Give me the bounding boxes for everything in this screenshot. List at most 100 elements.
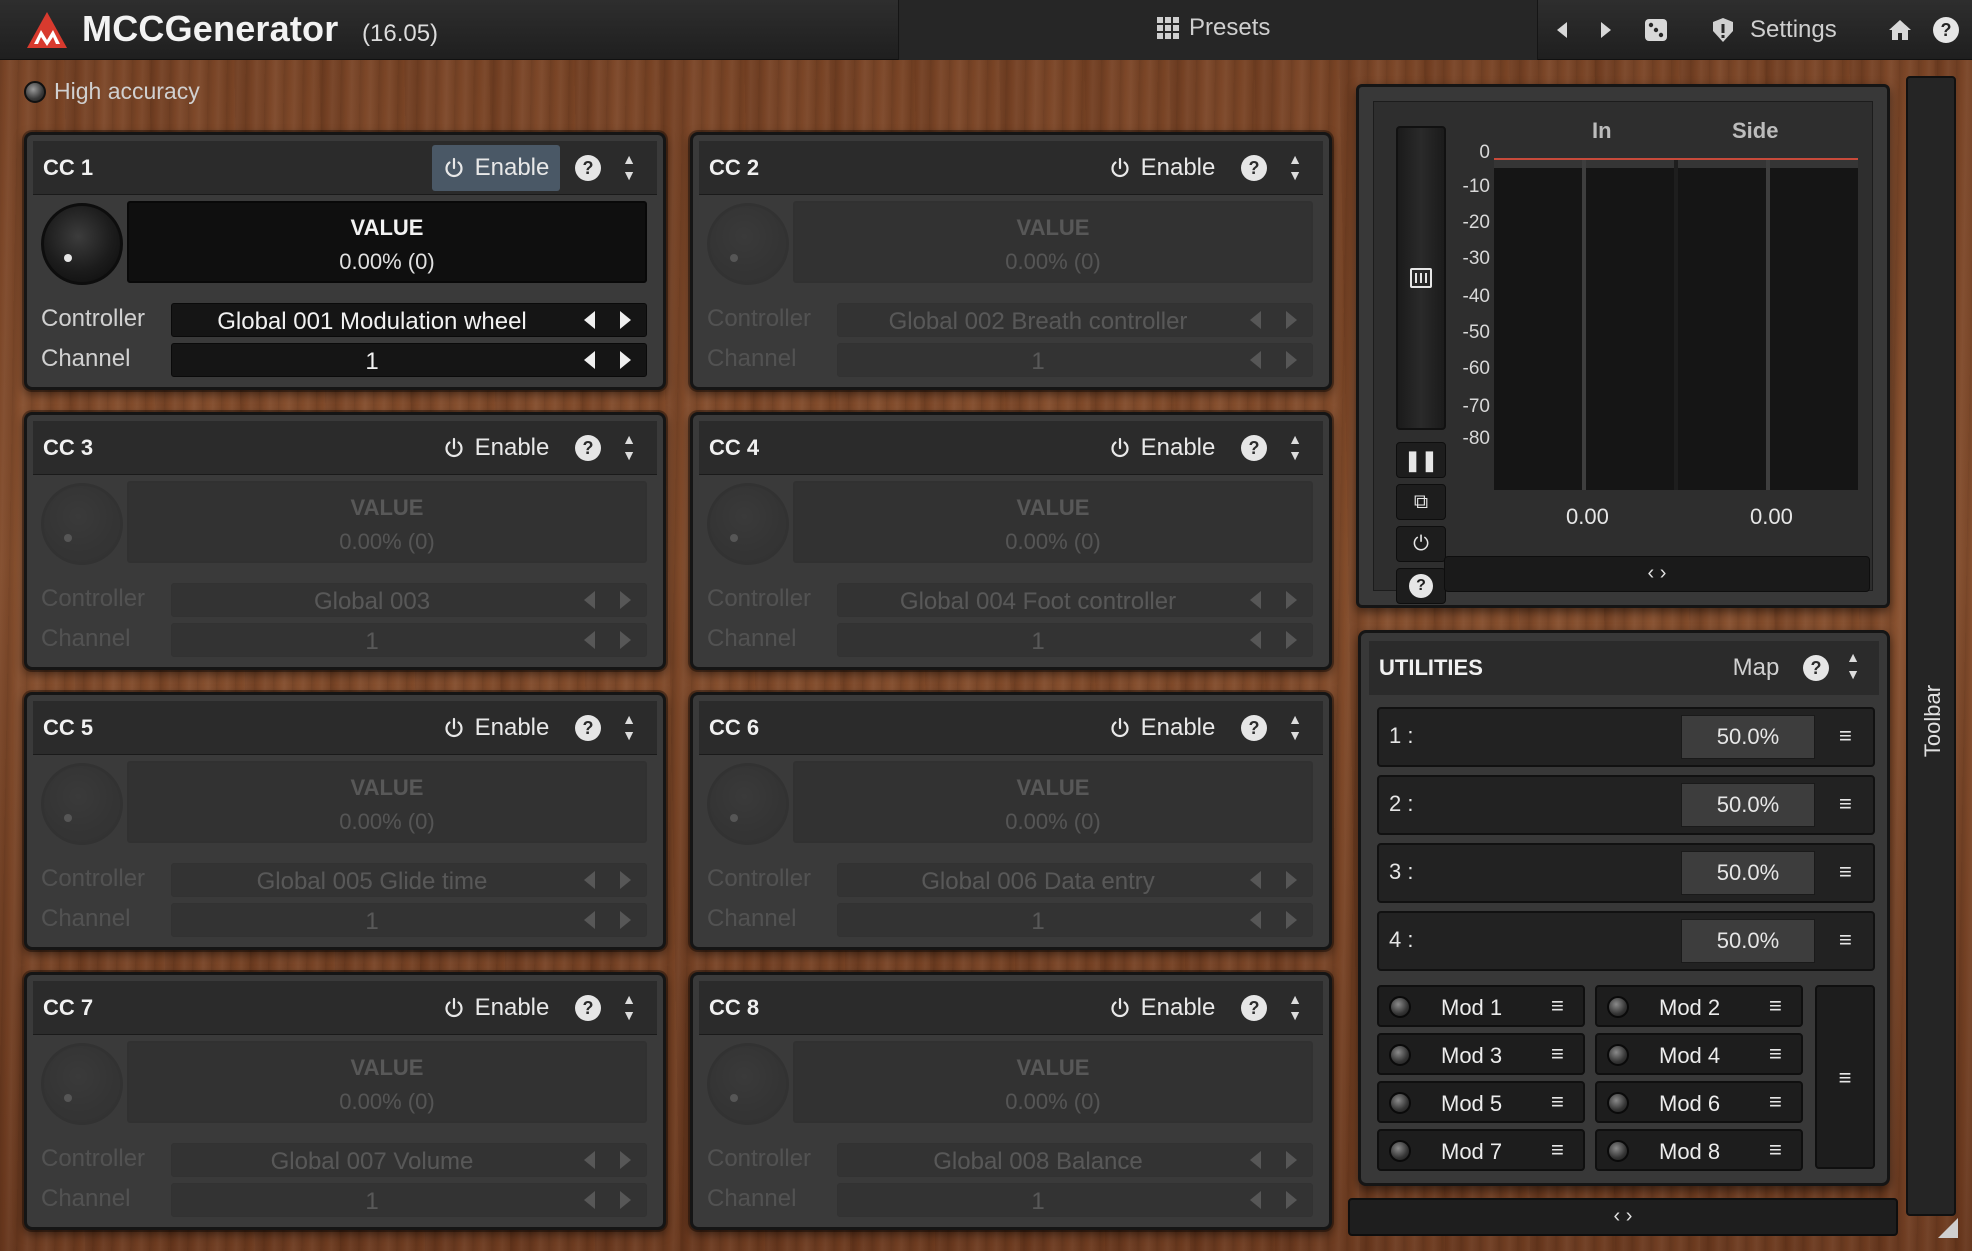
channel-selector[interactable]: 1 bbox=[171, 903, 647, 937]
expand-collapse-icon[interactable]: ▲ ▼ bbox=[617, 991, 641, 1025]
arrow-right-icon[interactable] bbox=[1286, 1191, 1297, 1209]
arrow-right-icon[interactable] bbox=[620, 631, 631, 649]
controller-selector[interactable]: Global 005 Glide time bbox=[171, 863, 647, 897]
utility-slider[interactable]: 4 : 50.0% ≡ bbox=[1377, 911, 1875, 971]
utility-slider[interactable]: 3 : 50.0% ≡ bbox=[1377, 843, 1875, 903]
mod-button[interactable]: Mod 2 ≡ bbox=[1595, 985, 1803, 1027]
value-knob[interactable] bbox=[41, 203, 123, 285]
arrow-left-icon[interactable] bbox=[584, 311, 595, 329]
meter-vertical-slider[interactable] bbox=[1396, 126, 1446, 430]
arrow-right-icon[interactable] bbox=[620, 1151, 631, 1169]
presets-button[interactable]: Presets bbox=[1157, 14, 1270, 42]
arrow-right-icon[interactable] bbox=[620, 311, 631, 329]
utility-slider[interactable]: 1 : 50.0% ≡ bbox=[1377, 707, 1875, 767]
value-knob[interactable] bbox=[41, 1043, 123, 1125]
controller-selector[interactable]: Global 002 Breath controller bbox=[837, 303, 1313, 337]
toolbar-sidebar[interactable]: Toolbar bbox=[1906, 76, 1956, 1216]
arrow-left-icon[interactable] bbox=[584, 871, 595, 889]
expand-collapse-icon[interactable]: ▲ ▼ bbox=[617, 711, 641, 745]
meter-help-button[interactable]: ? bbox=[1396, 568, 1446, 604]
utility-slider-value[interactable]: 50.0% bbox=[1681, 783, 1815, 827]
enable-button[interactable]: Enable bbox=[432, 425, 560, 471]
arrow-left-icon[interactable] bbox=[1250, 1191, 1261, 1209]
cc-help-icon[interactable]: ? bbox=[1241, 155, 1267, 181]
value-knob[interactable] bbox=[707, 1043, 789, 1125]
arrow-right-icon[interactable] bbox=[1286, 631, 1297, 649]
value-display[interactable]: VALUE 0.00% (0) bbox=[127, 761, 647, 843]
arrow-left-icon[interactable] bbox=[1250, 871, 1261, 889]
arrow-right-icon[interactable] bbox=[1286, 911, 1297, 929]
value-display[interactable]: VALUE 0.00% (0) bbox=[127, 481, 647, 563]
value-display[interactable]: VALUE 0.00% (0) bbox=[127, 1041, 647, 1123]
channel-selector[interactable]: 1 bbox=[171, 343, 647, 377]
arrow-right-icon[interactable] bbox=[1286, 311, 1297, 329]
meter-view-button[interactable]: ⧉ bbox=[1396, 484, 1446, 520]
channel-selector[interactable]: 1 bbox=[837, 623, 1313, 657]
arrow-left-icon[interactable] bbox=[1250, 631, 1261, 649]
arrow-left-icon[interactable] bbox=[584, 591, 595, 609]
arrow-left-icon[interactable] bbox=[584, 1191, 595, 1209]
expand-collapse-icon[interactable]: ▲ ▼ bbox=[1283, 431, 1307, 465]
cc-help-icon[interactable]: ? bbox=[1241, 995, 1267, 1021]
menu-icon[interactable]: ≡ bbox=[1551, 993, 1564, 1019]
channel-selector[interactable]: 1 bbox=[837, 1183, 1313, 1217]
arrow-left-icon[interactable] bbox=[1250, 351, 1261, 369]
arrow-right-icon[interactable] bbox=[1286, 351, 1297, 369]
value-knob[interactable] bbox=[707, 483, 789, 565]
menu-icon[interactable]: ≡ bbox=[1769, 993, 1782, 1019]
mod-button[interactable]: Mod 7 ≡ bbox=[1377, 1129, 1585, 1171]
arrow-right-icon[interactable] bbox=[620, 1191, 631, 1209]
arrow-right-icon[interactable] bbox=[1286, 591, 1297, 609]
menu-icon[interactable]: ≡ bbox=[1839, 927, 1852, 953]
enable-button[interactable]: Enable bbox=[1098, 705, 1226, 751]
mod-button[interactable]: Mod 3 ≡ bbox=[1377, 1033, 1585, 1075]
menu-icon[interactable]: ≡ bbox=[1769, 1137, 1782, 1163]
meter-power-button[interactable]: ⏻ bbox=[1396, 526, 1446, 562]
channel-selector[interactable]: 1 bbox=[171, 1183, 647, 1217]
menu-icon[interactable]: ≡ bbox=[1551, 1137, 1564, 1163]
enable-button[interactable]: Enable bbox=[432, 145, 560, 191]
cc-help-icon[interactable]: ? bbox=[575, 995, 601, 1021]
utility-slider[interactable]: 2 : 50.0% ≡ bbox=[1377, 775, 1875, 835]
utility-slider-value[interactable]: 50.0% bbox=[1681, 919, 1815, 963]
enable-button[interactable]: Enable bbox=[1098, 425, 1226, 471]
random-preset-button[interactable] bbox=[1636, 10, 1676, 50]
expand-collapse-icon[interactable]: ▲ ▼ bbox=[617, 431, 641, 465]
value-knob[interactable] bbox=[707, 203, 789, 285]
enable-button[interactable]: Enable bbox=[432, 985, 560, 1031]
arrow-left-icon[interactable] bbox=[584, 911, 595, 929]
channel-selector[interactable]: 1 bbox=[171, 623, 647, 657]
menu-icon[interactable]: ≡ bbox=[1769, 1041, 1782, 1067]
mod-button[interactable]: Mod 4 ≡ bbox=[1595, 1033, 1803, 1075]
menu-icon[interactable]: ≡ bbox=[1551, 1041, 1564, 1067]
resize-handle-icon[interactable] bbox=[1938, 1218, 1958, 1238]
controller-selector[interactable]: Global 008 Balance bbox=[837, 1143, 1313, 1177]
arrow-right-icon[interactable] bbox=[620, 591, 631, 609]
arrow-right-icon[interactable] bbox=[620, 351, 631, 369]
menu-icon[interactable]: ≡ bbox=[1551, 1089, 1564, 1115]
mod-button[interactable]: Mod 8 ≡ bbox=[1595, 1129, 1803, 1171]
menu-icon[interactable]: ≡ bbox=[1769, 1089, 1782, 1115]
cc-help-icon[interactable]: ? bbox=[1241, 435, 1267, 461]
controller-selector[interactable]: Global 006 Data entry bbox=[837, 863, 1313, 897]
cc-help-icon[interactable]: ? bbox=[575, 155, 601, 181]
arrow-left-icon[interactable] bbox=[1250, 311, 1261, 329]
controller-selector[interactable]: Global 007 Volume bbox=[171, 1143, 647, 1177]
mod-button[interactable]: Mod 6 ≡ bbox=[1595, 1081, 1803, 1123]
cc-help-icon[interactable]: ? bbox=[575, 435, 601, 461]
cc-help-icon[interactable]: ? bbox=[575, 715, 601, 741]
utility-slider-value[interactable]: 50.0% bbox=[1681, 851, 1815, 895]
arrow-right-icon[interactable] bbox=[1286, 1151, 1297, 1169]
mod-button[interactable]: Mod 1 ≡ bbox=[1377, 985, 1585, 1027]
arrow-left-icon[interactable] bbox=[584, 631, 595, 649]
expand-collapse-icon[interactable]: ▲ ▼ bbox=[617, 151, 641, 185]
value-knob[interactable] bbox=[41, 763, 123, 845]
channel-selector[interactable]: 1 bbox=[837, 903, 1313, 937]
value-display[interactable]: VALUE 0.00% (0) bbox=[793, 201, 1313, 283]
prev-preset-button[interactable] bbox=[1542, 10, 1582, 50]
expand-collapse-icon[interactable]: ▲ ▼ bbox=[1283, 991, 1307, 1025]
menu-icon[interactable]: ≡ bbox=[1839, 791, 1852, 817]
pause-button[interactable]: ❚❚ bbox=[1396, 442, 1446, 478]
menu-icon[interactable]: ≡ bbox=[1839, 723, 1852, 749]
help-button[interactable]: ? bbox=[1926, 10, 1966, 50]
